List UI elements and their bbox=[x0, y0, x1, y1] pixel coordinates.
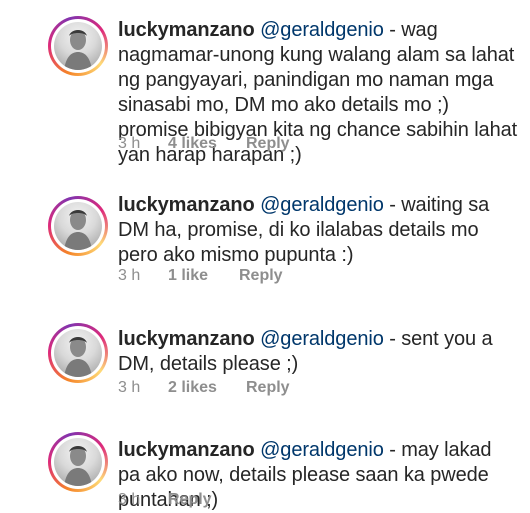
comment-text: luckymanzano @geraldgenio - waiting sa D… bbox=[118, 193, 518, 268]
reply-button[interactable]: Reply bbox=[239, 267, 283, 285]
comment-time: 3 h bbox=[118, 379, 141, 396]
avatar[interactable] bbox=[48, 16, 108, 76]
comment-username[interactable]: luckymanzano bbox=[118, 194, 255, 216]
avatar[interactable] bbox=[48, 432, 108, 492]
reply-button[interactable]: Reply bbox=[246, 379, 290, 397]
comment-text: luckymanzano @geraldgenio - sent you a D… bbox=[118, 327, 518, 377]
comment-username[interactable]: luckymanzano bbox=[118, 328, 255, 350]
profile-photo-icon bbox=[54, 202, 102, 250]
comment-time: 3 h bbox=[118, 267, 141, 284]
comment-mention[interactable]: @geraldgenio bbox=[260, 194, 384, 216]
avatar[interactable] bbox=[48, 323, 108, 383]
comment-mention[interactable]: @geraldgenio bbox=[260, 19, 384, 41]
comment-mention[interactable]: @geraldgenio bbox=[260, 328, 384, 350]
comment-likes[interactable]: 4 likes bbox=[168, 135, 217, 153]
profile-photo-icon bbox=[54, 22, 102, 70]
comment-time: 3 h bbox=[118, 491, 141, 508]
profile-photo-icon bbox=[54, 329, 102, 377]
comment-username[interactable]: luckymanzano bbox=[118, 19, 255, 41]
comment-likes[interactable]: 2 likes bbox=[168, 379, 217, 397]
profile-photo-icon bbox=[54, 438, 102, 486]
comment-likes[interactable]: 1 like bbox=[168, 267, 208, 285]
reply-button[interactable]: Reply bbox=[246, 135, 290, 153]
comment-mention[interactable]: @geraldgenio bbox=[260, 439, 384, 461]
comment-username[interactable]: luckymanzano bbox=[118, 439, 255, 461]
avatar[interactable] bbox=[48, 196, 108, 256]
reply-button[interactable]: Reply bbox=[168, 491, 212, 509]
comment-time: 3 h bbox=[118, 135, 141, 152]
